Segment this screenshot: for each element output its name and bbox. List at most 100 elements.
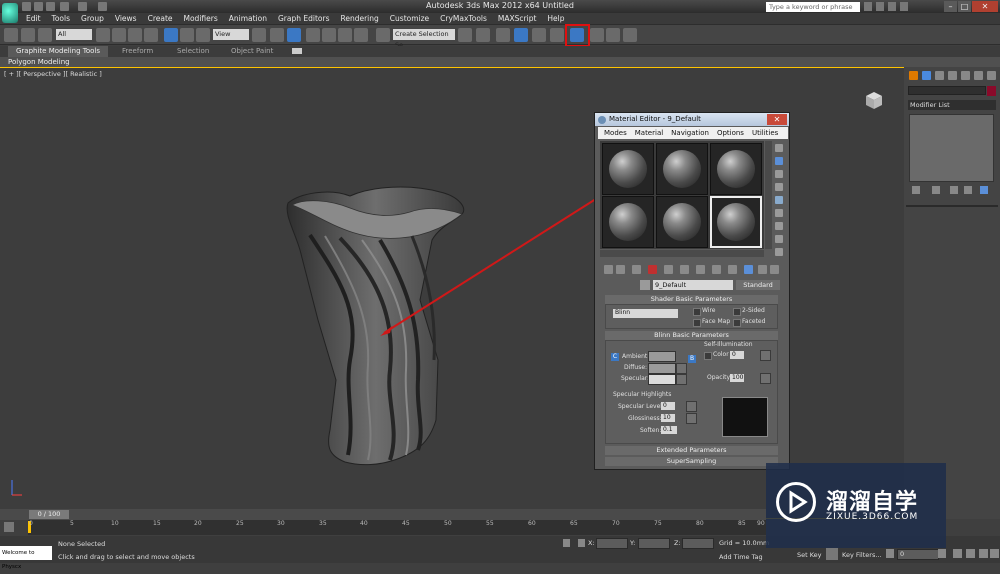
menu-maxscript[interactable]: MAXScript [498, 13, 537, 24]
render-setup-icon[interactable] [590, 28, 604, 42]
current-frame-field[interactable]: 0 [897, 549, 939, 560]
tab-selection[interactable]: Selection [177, 46, 209, 57]
show-shaded-material-icon[interactable] [728, 265, 737, 274]
make-material-copy-icon[interactable] [664, 265, 673, 274]
rendered-frame-window-icon[interactable] [606, 28, 620, 42]
material-map-navigator-icon[interactable] [775, 248, 783, 256]
maximize-viewport-icon[interactable] [990, 549, 999, 558]
select-and-scale-icon[interactable] [196, 28, 210, 42]
time-slider-thumb[interactable]: 0 / 100 [29, 510, 69, 519]
time-configuration-icon[interactable] [938, 549, 946, 558]
close-button[interactable]: ✕ [972, 1, 998, 12]
material-editor-close-button[interactable]: ✕ [767, 114, 787, 125]
unlink-icon[interactable] [21, 28, 35, 42]
key-filters-button[interactable]: Key Filters... [842, 551, 882, 559]
remove-modifier-icon[interactable] [964, 186, 972, 194]
app-logo[interactable] [2, 3, 18, 23]
minimize-button[interactable]: – [944, 1, 957, 12]
menu-rendering[interactable]: Rendering [340, 13, 378, 24]
two-sided-checkbox[interactable] [733, 308, 741, 316]
put-to-library-icon[interactable] [696, 265, 705, 274]
put-material-to-scene-icon[interactable] [616, 265, 625, 274]
use-pivot-point-icon[interactable] [252, 28, 266, 42]
sample-slots-hscroll[interactable] [600, 250, 764, 257]
material-name-field[interactable]: 9_Default [653, 280, 733, 290]
edit-named-selection-icon[interactable] [376, 28, 390, 42]
sample-slot[interactable] [602, 196, 654, 248]
set-key-icon[interactable] [826, 548, 838, 560]
percent-snap-icon[interactable] [338, 28, 352, 42]
selection-filter-dropdown[interactable]: All [56, 29, 92, 40]
options-icon[interactable] [775, 222, 783, 230]
mini-curve-editor-icon[interactable] [4, 522, 14, 532]
favorites-star-icon[interactable] [888, 2, 896, 11]
display-tab-icon[interactable] [961, 71, 970, 80]
vase-model[interactable] [286, 186, 465, 466]
video-color-check-icon[interactable] [775, 196, 783, 204]
set-key-label[interactable]: Set Key [797, 551, 822, 559]
select-and-rotate-icon[interactable] [180, 28, 194, 42]
configure-modifier-sets-icon[interactable] [980, 186, 988, 194]
sample-slot-selected[interactable] [710, 196, 762, 248]
ambient-color-swatch[interactable] [648, 351, 676, 362]
sample-slots-vscroll[interactable] [765, 141, 772, 249]
diffuse-map-button[interactable] [676, 363, 687, 374]
go-forward-to-sibling-icon[interactable] [770, 265, 779, 274]
specular-level-spinner[interactable]: 0 [661, 402, 675, 410]
add-time-tag[interactable]: Add Time Tag [719, 553, 763, 561]
select-and-manipulate-icon[interactable] [270, 28, 284, 42]
align-icon[interactable] [476, 28, 490, 42]
specular-level-map-button[interactable] [686, 401, 697, 412]
soften-spinner[interactable]: 0.1 [661, 426, 677, 434]
menu-tools[interactable]: Tools [52, 13, 70, 24]
diffuse-color-swatch[interactable] [648, 363, 676, 374]
layer-manager-icon[interactable] [496, 28, 510, 42]
specular-color-swatch[interactable] [648, 374, 676, 385]
maximize-button[interactable]: □ [958, 1, 971, 12]
menu-animation[interactable]: Animation [229, 13, 267, 24]
me-menu-material[interactable]: Material [635, 129, 663, 137]
snaps-toggle-icon[interactable] [306, 28, 320, 42]
select-and-move-icon[interactable] [164, 28, 178, 42]
ribbon-panel-polygon-modeling[interactable]: Polygon Modeling [0, 57, 1000, 67]
sample-slot[interactable] [602, 143, 654, 195]
modifier-stack[interactable] [909, 114, 994, 182]
x-coordinate-field[interactable] [596, 538, 628, 549]
me-menu-options[interactable]: Options [717, 129, 744, 137]
render-production-icon[interactable] [623, 28, 637, 42]
show-end-result-icon[interactable] [932, 186, 940, 194]
material-type-button[interactable]: Standard [736, 280, 780, 290]
mirror-icon[interactable] [458, 28, 472, 42]
blinn-basic-rollout-header[interactable]: Blinn Basic Parameters [605, 331, 778, 340]
spinner-snap-icon[interactable] [354, 28, 368, 42]
search-input[interactable]: Type a keyword or phrase [766, 2, 860, 12]
named-selection-set-dropdown[interactable]: Create Selection Se [393, 29, 455, 49]
go-to-parent-icon[interactable] [758, 265, 767, 274]
supersampling-rollout-header[interactable]: SuperSampling [605, 457, 778, 466]
menu-edit[interactable]: Edit [26, 13, 41, 24]
viewcube-icon[interactable] [862, 90, 886, 110]
opacity-spinner[interactable]: 100 [730, 374, 744, 382]
modifier-list-dropdown[interactable]: Modifier List [908, 100, 996, 110]
self-illum-color-checkbox[interactable] [704, 352, 712, 360]
assign-material-to-selection-icon[interactable] [632, 265, 641, 274]
keyboard-shortcut-override-icon[interactable] [287, 28, 301, 42]
me-menu-utilities[interactable]: Utilities [752, 129, 778, 137]
y-coordinate-field[interactable] [638, 538, 670, 549]
menu-graph-editors[interactable]: Graph Editors [278, 13, 330, 24]
menu-help[interactable]: Help [547, 13, 564, 24]
extended-parameters-rollout-header[interactable]: Extended Parameters [605, 446, 778, 455]
menu-modifiers[interactable]: Modifiers [184, 13, 218, 24]
make-preview-icon[interactable] [775, 209, 783, 217]
schematic-view-icon[interactable] [550, 28, 564, 42]
diffuse-specular-lock-b[interactable]: B [688, 355, 696, 363]
glossiness-spinner[interactable]: 10 [661, 414, 675, 422]
pick-material-eyedropper-icon[interactable] [640, 280, 650, 290]
pin-stack-icon[interactable] [912, 186, 920, 194]
tab-object-paint[interactable]: Object Paint [231, 46, 273, 57]
zoom-icon[interactable] [953, 549, 962, 558]
go-to-start-icon[interactable] [886, 549, 894, 558]
tab-graphite-modeling-tools[interactable]: Graphite Modeling Tools [8, 46, 109, 57]
rectangular-selection-icon[interactable] [128, 28, 142, 42]
angle-snap-icon[interactable] [322, 28, 336, 42]
